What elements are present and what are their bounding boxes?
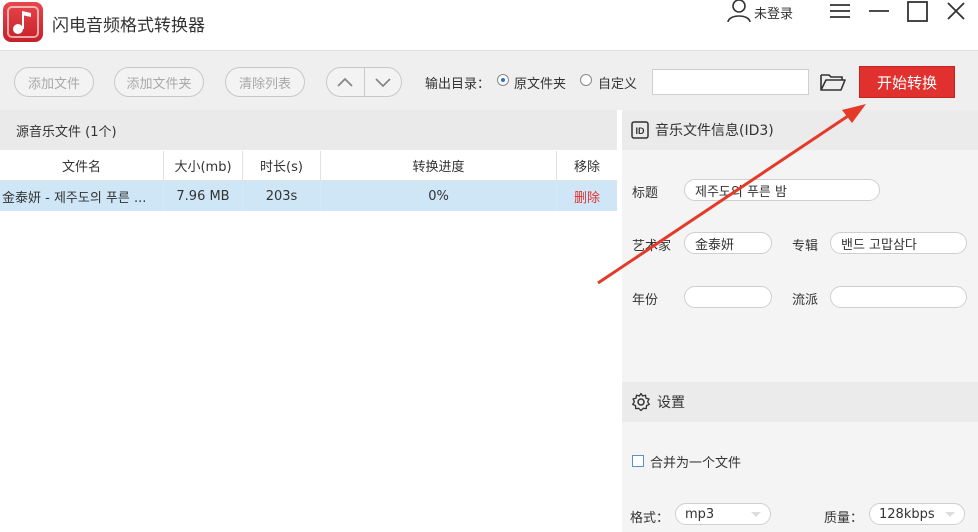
chevron-down-icon <box>945 512 955 517</box>
move-buttons <box>326 67 402 97</box>
quality-value: 128kbps <box>879 506 935 522</box>
album-field[interactable]: 밴드 고맙삼다 <box>830 232 967 254</box>
title-field[interactable]: 제주도의 푸른 밤 <box>684 179 880 201</box>
toolbar: 添加文件 添加文件夹 清除列表 输出目录： 原文件夹 自定义 开始转换 <box>0 50 978 110</box>
file-list-panel: 源音乐文件 (1个) 文件名 大小(mb) 时长(s) 转换进度 移除 金泰妍 … <box>0 110 617 532</box>
table-row[interactable]: 金泰妍 - 제주도의 푸른 ... 7.96 MB 203s 0% 删除 <box>0 181 617 211</box>
file-progress-cell: 0% <box>321 181 557 211</box>
gear-icon <box>631 392 651 412</box>
merge-label: 合并为一个文件 <box>650 456 742 471</box>
file-size-cell: 7.96 MB <box>164 181 243 211</box>
column-header-size: 大小(mb) <box>164 151 243 180</box>
app-title: 闪电音频格式转换器 <box>52 16 205 36</box>
column-header-remove: 移除 <box>573 160 600 175</box>
artist-field[interactable]: 金泰妍 <box>684 232 772 254</box>
settings-section-header: 设置 <box>622 382 978 422</box>
genre-field[interactable] <box>830 286 967 308</box>
move-down-button[interactable] <box>363 68 402 96</box>
chevron-down-icon <box>751 512 761 517</box>
year-field[interactable] <box>684 286 772 308</box>
id-badge-icon: ID <box>631 121 649 139</box>
title-bar: 闪电音频格式转换器 未登录 <box>0 0 978 50</box>
format-value: mp3 <box>685 506 715 522</box>
login-button[interactable]: 未登录 <box>726 0 793 24</box>
id3-section-title: 音乐文件信息(ID3) <box>655 123 774 139</box>
folder-open-icon <box>820 74 846 91</box>
radio-custom-label: 自定义 <box>598 77 638 92</box>
genre-label: 流派 <box>792 293 819 308</box>
radio-original-label: 原文件夹 <box>514 77 567 92</box>
radio-original-folder[interactable] <box>497 74 509 86</box>
move-up-button[interactable] <box>327 68 364 96</box>
radio-custom-folder[interactable] <box>580 74 592 86</box>
year-label: 年份 <box>632 293 659 308</box>
user-icon <box>726 0 752 26</box>
file-list-header: 源音乐文件 (1个) <box>0 110 617 150</box>
format-label: 格式： <box>630 511 670 526</box>
info-panel: ID 音乐文件信息(ID3) 标题 제주도의 푸른 밤 艺术家 金泰妍 专辑 밴… <box>622 110 978 532</box>
album-label: 专辑 <box>792 239 819 254</box>
quality-select[interactable]: 128kbps <box>869 503 965 525</box>
add-file-button[interactable]: 添加文件 <box>14 67 94 97</box>
file-table: 文件名 大小(mb) 时长(s) 转换进度 移除 金泰妍 - 제주도의 푸른 .… <box>0 151 617 211</box>
music-note-icon <box>3 2 43 42</box>
quality-label: 质量： <box>824 511 864 526</box>
start-convert-button[interactable]: 开始转换 <box>859 66 955 98</box>
browse-folder-button[interactable] <box>818 69 848 95</box>
menu-button[interactable] <box>826 0 854 24</box>
column-header-progress: 转换进度 <box>321 151 557 180</box>
svg-text:ID: ID <box>636 126 646 136</box>
artist-label: 艺术家 <box>632 239 672 254</box>
maximize-icon <box>907 1 928 22</box>
file-duration-cell: 203s <box>243 181 321 211</box>
id3-section-header: ID 音乐文件信息(ID3) <box>622 110 978 150</box>
close-icon <box>947 2 965 20</box>
column-header-duration: 时长(s) <box>243 151 321 180</box>
minimize-icon <box>869 10 889 12</box>
output-path-input[interactable] <box>652 69 809 95</box>
table-header-row: 文件名 大小(mb) 时长(s) 转换进度 移除 <box>0 151 617 181</box>
clear-list-button[interactable]: 清除列表 <box>225 67 305 97</box>
format-select[interactable]: mp3 <box>675 503 771 525</box>
merge-checkbox[interactable] <box>632 455 644 467</box>
login-label: 未登录 <box>754 6 794 22</box>
maximize-button[interactable] <box>904 0 932 24</box>
minimize-button[interactable] <box>865 0 893 24</box>
chevron-up-icon <box>337 77 353 87</box>
settings-section-title: 设置 <box>657 395 685 411</box>
column-header-filename: 文件名 <box>0 151 164 180</box>
chevron-down-icon <box>375 78 391 88</box>
delete-file-link[interactable]: 删除 <box>557 181 617 211</box>
output-dir-label: 输出目录： <box>425 77 491 92</box>
menu-icon <box>830 4 850 18</box>
title-label: 标题 <box>632 186 659 201</box>
close-button[interactable] <box>942 0 970 24</box>
add-folder-button[interactable]: 添加文件夹 <box>114 67 204 97</box>
file-name-cell: 金泰妍 - 제주도의 푸른 ... <box>0 181 164 211</box>
